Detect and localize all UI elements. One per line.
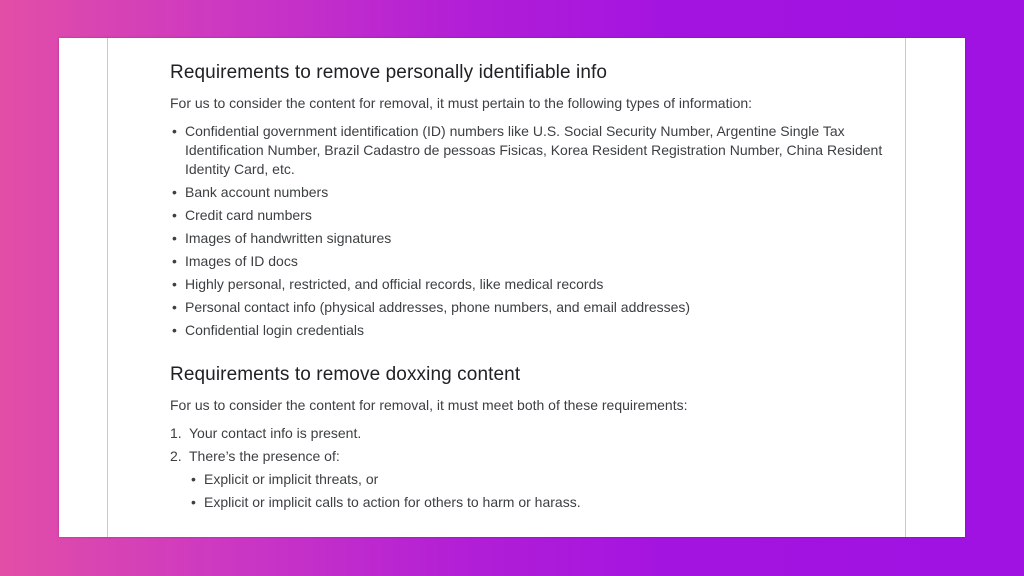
list-item: Bank account numbers [170,183,890,202]
section-intro: For us to consider the content for remov… [170,397,688,413]
list-item: Explicit or implicit calls to action for… [189,493,890,512]
pii-list: Confidential government identification (… [170,122,890,340]
document-content: Requirements to remove personally identi… [170,60,890,516]
list-item: Personal contact info (physical addresse… [170,298,890,317]
pii-section: Requirements to remove personally identi… [170,60,890,340]
sub-list: Explicit or implicit threats, or Explici… [189,470,890,512]
list-item: Highly personal, restricted, and officia… [170,275,890,294]
doxxing-section: Requirements to remove doxxing content F… [170,362,890,512]
item-text: There’s the presence of: [189,448,340,464]
doxxing-requirements-list: 1. Your contact info is present. 2. Ther… [170,424,890,512]
item-text: Your contact info is present. [189,425,362,441]
list-item: Explicit or implicit threats, or [189,470,890,489]
list-item: Images of ID docs [170,252,890,271]
item-number: 2. [170,448,182,464]
numbered-item: 1. Your contact info is present. [170,424,890,443]
section-heading: Requirements to remove personally identi… [170,62,608,83]
list-item: Credit card numbers [170,206,890,225]
item-number: 1. [170,425,182,441]
list-item: Confidential government identification (… [170,122,890,179]
section-heading: Requirements to remove doxxing content [170,364,521,385]
section-intro: For us to consider the content for remov… [170,95,753,111]
list-item: Images of handwritten signatures [170,229,890,248]
right-margin-line [905,38,906,537]
document-card: Requirements to remove personally identi… [59,38,965,537]
numbered-item: 2. There’s the presence of: Explicit or … [170,447,890,512]
list-item: Confidential login credentials [170,321,890,340]
left-margin-line [107,38,108,537]
